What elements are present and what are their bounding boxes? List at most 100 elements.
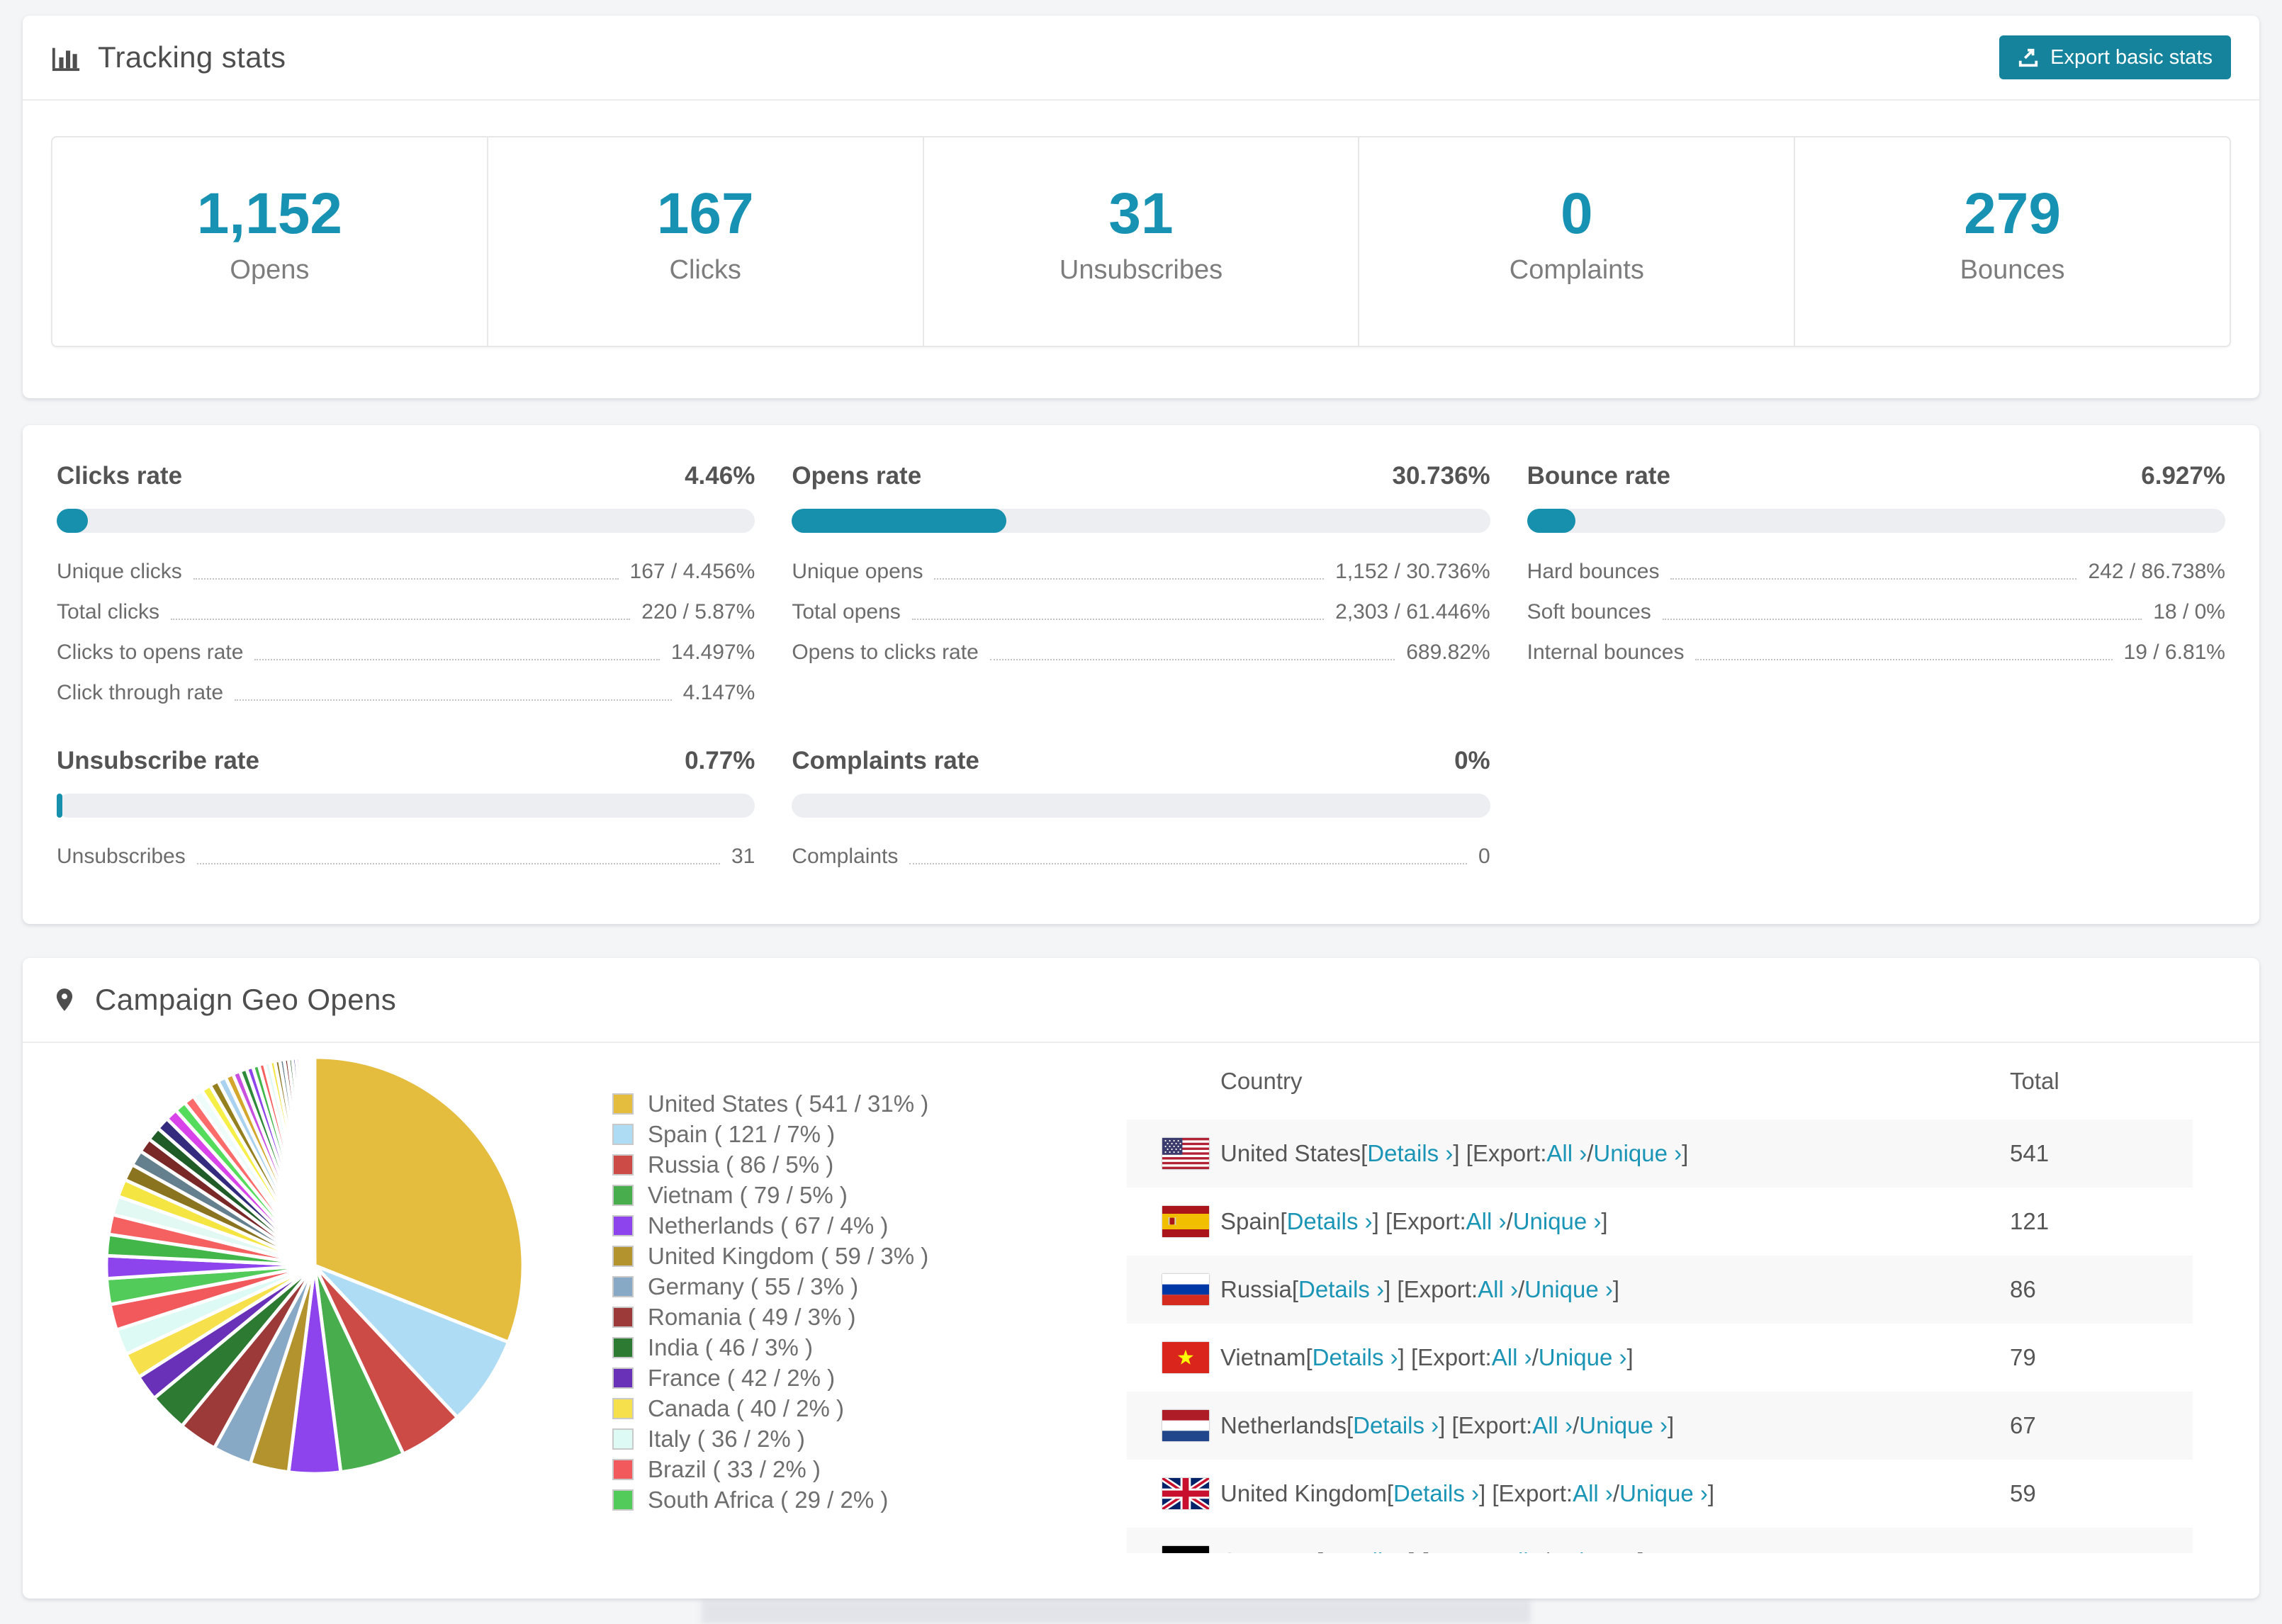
stat-label: Opens [230,255,310,285]
slash: / [1531,1344,1539,1370]
legend-label: India ( 46 / 3% ) [648,1333,813,1360]
rate-title: Unsubscribe rate [57,747,259,774]
summary-stat-box: 1,152 Opens [52,137,488,346]
legend-label: Netherlands ( 67 / 4% ) [648,1212,889,1239]
bracket: ] [Export: [1453,1140,1547,1166]
bracket: [ [1317,1548,1323,1553]
tracking-stats-header: Tracking stats Export basic stats [23,16,2259,99]
export-all-link[interactable]: All › [1573,1480,1613,1507]
table-row-germany: Germany [Details ›] [Export: All › / Uni… [1127,1528,2193,1553]
bracket: [ [1361,1140,1368,1166]
details-link[interactable]: Details › [1313,1344,1398,1371]
rate-row: Soft bounces 18 / 0% [1527,592,2225,632]
export-all-link[interactable]: All › [1546,1140,1587,1167]
country-cell: Spain [Details ›] [Export: All › / Uniqu… [1220,1188,1608,1256]
rate-rows: Hard bounces 242 / 86.738% Soft bounces 18 … [1527,551,2225,672]
legend-item: Netherlands ( 67 / 4% ) [612,1210,928,1241]
export-unique-link[interactable]: Unique › [1513,1208,1602,1235]
bar-chart-icon [51,43,81,72]
bracket: ] [1682,1140,1689,1166]
flag-russia-icon [1162,1274,1209,1305]
bracket: [ [1291,1276,1299,1302]
dotted-leader [196,862,720,864]
rate-row-value: 19 / 6.81% [2123,640,2225,664]
legend-swatch [612,1367,634,1389]
summary-stat-box: 167 Clicks [488,137,924,346]
legend-swatch [612,1184,634,1206]
progress-track [57,509,755,533]
flag-spain-icon [1162,1206,1209,1237]
legend-label: United States ( 541 / 31% ) [648,1090,929,1117]
legend-item: Brazil ( 33 / 2% ) [612,1454,928,1484]
slash: / [1506,1208,1513,1234]
progress-track [1527,509,2225,533]
legend-item: United States ( 541 / 31% ) [612,1088,928,1119]
map-pin-icon [51,986,78,1013]
legend-item: Canada ( 40 / 2% ) [612,1393,928,1423]
dotted-leader [989,658,1395,660]
progress-track [792,509,1490,533]
export-all-link[interactable]: All › [1502,1548,1543,1553]
rate-row: Hard bounces 242 / 86.738% [1527,551,2225,592]
bracket: ] [Export: [1479,1480,1573,1506]
country-name: Germany [1220,1548,1317,1553]
bracket: ] [Export: [1398,1344,1492,1370]
export-unique-link[interactable]: Unique › [1539,1344,1627,1371]
details-link[interactable]: Details › [1393,1480,1479,1507]
dotted-leader [1670,577,2077,580]
details-link[interactable]: Details › [1353,1412,1439,1439]
rate-block-unsubscribe-rate: Unsubscribe rate 0.77% Unsubscribes 31 [57,747,755,876]
details-link[interactable]: Details › [1367,1140,1453,1167]
table-header-row: Country Total [1127,1043,2193,1120]
export-unique-link[interactable]: Unique › [1579,1412,1668,1439]
export-all-link[interactable]: All › [1532,1412,1573,1439]
legend-swatch [612,1489,634,1511]
bracket: ] [Export: [1384,1276,1478,1302]
export-all-link[interactable]: All › [1466,1208,1507,1235]
total-cell: 121 [2010,1208,2050,1234]
table-row-russia: Russia [Details ›] [Export: All › / Uniq… [1127,1256,2193,1324]
rate-row-value: 14.497% [670,640,755,664]
summary-stat-box: 31 Unsubscribes [924,137,1360,346]
table-row-netherlands: Netherlands [Details ›] [Export: All › /… [1127,1392,2193,1460]
bracket: [ [1386,1480,1393,1506]
details-link[interactable]: Details › [1323,1548,1409,1553]
export-unique-link[interactable]: Unique › [1593,1140,1682,1167]
rate-block-bounce-rate: Bounce rate 6.927% Hard bounces 242 / 86.73… [1527,462,2225,713]
rate-row-label: Total opens [792,599,901,624]
geo-body: United States ( 541 / 31% ) Spain ( 121 /… [23,1043,2259,1598]
export-basic-stats-button[interactable]: Export basic stats [1999,35,2231,79]
flag-germany-icon [1162,1546,1209,1553]
export-all-link[interactable]: All › [1492,1344,1532,1371]
bracket: ] [1638,1548,1644,1553]
legend-label: Brazil ( 33 / 2% ) [648,1455,821,1482]
total-cell: 59 [2010,1480,2036,1506]
export-unique-link[interactable]: Unique › [1619,1480,1708,1507]
rate-row-label: Unique opens [792,559,923,583]
stat-label: Clicks [669,255,741,285]
export-unique-link[interactable]: Unique › [1524,1276,1613,1303]
rate-value: 30.736% [1392,462,1490,490]
country-name: United States [1220,1140,1361,1166]
rate-row-label: Unique clicks [57,559,182,583]
total-cell: 67 [2010,1412,2036,1438]
slash: / [1517,1276,1525,1302]
dotted-leader [235,699,672,701]
details-link[interactable]: Details › [1287,1208,1373,1235]
rate-row: Internal bounces 19 / 6.81% [1527,632,2225,672]
geo-header: Campaign Geo Opens [23,958,2259,1042]
progress-track [792,794,1490,818]
legend-item: South Africa ( 29 / 2% ) [612,1484,928,1515]
export-unique-link[interactable]: Unique › [1549,1548,1638,1553]
details-link[interactable]: Details › [1298,1276,1384,1303]
rate-row: Opens to clicks rate 689.82% [792,632,1490,672]
stat-value: 279 [1964,181,2061,246]
bracket: ] [1626,1344,1634,1370]
dotted-leader [909,862,1467,864]
rate-row-value: 4.147% [682,680,755,704]
legend-swatch [612,1428,634,1450]
export-all-link[interactable]: All › [1478,1276,1518,1303]
rate-row-label: Total clicks [57,599,160,624]
rate-row-label: Unsubscribes [57,844,186,868]
stat-value: 31 [1108,181,1174,246]
